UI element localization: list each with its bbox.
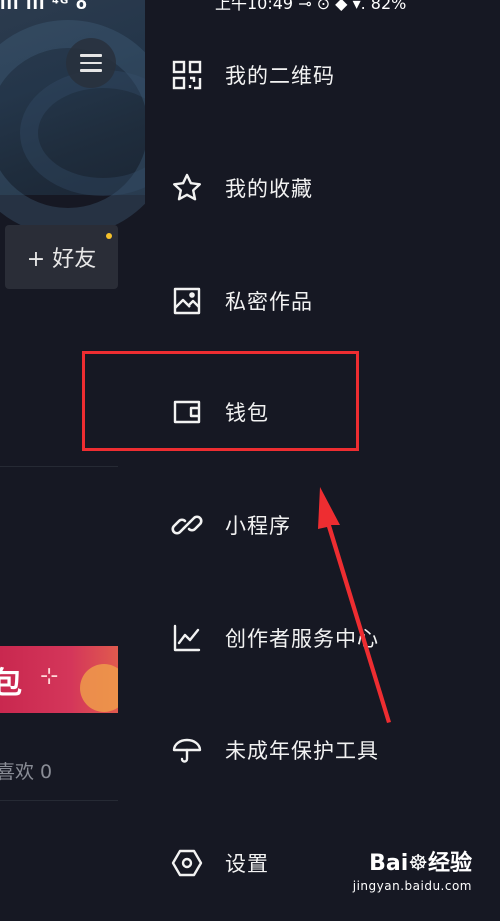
- add-friend-label: + 好友: [26, 247, 97, 272]
- annotation-highlight-box: [82, 351, 359, 451]
- drawer-item-private-works[interactable]: 私密作品: [145, 271, 500, 331]
- drawer-item-label: 我的收藏: [225, 177, 313, 201]
- drawer-item-minor-protection[interactable]: 未成年保护工具: [145, 720, 500, 780]
- promo-decoration: [80, 664, 118, 712]
- status-bar-time: 上午10:49 ⊸ ⊙ ◆ ▾. 82%: [215, 0, 407, 13]
- drawer-item-mini-programs[interactable]: 小程序: [145, 495, 500, 555]
- likes-tab[interactable]: 喜欢 0: [0, 757, 52, 784]
- drawer-item-favorites[interactable]: 我的收藏: [145, 158, 500, 218]
- drawer-item-creator-center[interactable]: 创作者服务中心: [145, 608, 500, 668]
- drawer-item-label: 私密作品: [225, 290, 313, 314]
- watermark-url: jingyan.baidu.com: [352, 879, 472, 893]
- chart-icon: [171, 622, 203, 654]
- drawer-item-qr-code[interactable]: 我的二维码: [145, 45, 500, 105]
- private-image-icon: [171, 285, 203, 317]
- star-icon: [171, 172, 203, 204]
- drawer-item-label: 创作者服务中心: [225, 627, 379, 651]
- settings-hexagon-icon: [171, 847, 203, 879]
- profile-banner: [0, 0, 145, 236]
- promo-banner[interactable]: 包 ⊹: [0, 646, 118, 713]
- hamburger-menu-button[interactable]: [66, 38, 116, 88]
- hamburger-icon: [80, 52, 102, 75]
- qr-code-icon: [171, 59, 203, 91]
- promo-glyph: 包: [0, 666, 22, 701]
- umbrella-icon: [171, 734, 203, 766]
- drawer-item-label: 设置: [225, 852, 269, 876]
- background-profile-screen: lll lll ⁴ᴳ ô + 好友 包 ⊹ 喜欢 0: [0, 0, 145, 921]
- divider: [0, 800, 118, 801]
- sparkle-icon: ⊹: [40, 664, 59, 689]
- status-bar-signal: lll lll ⁴ᴳ ô: [0, 0, 88, 13]
- drawer-item-label: 小程序: [225, 514, 291, 538]
- add-friend-button[interactable]: + 好友: [5, 225, 118, 289]
- divider: [0, 466, 118, 467]
- watermark-brand: Bai☸经验: [369, 851, 472, 876]
- link-icon: [171, 509, 203, 541]
- side-drawer: 上午10:49 ⊸ ⊙ ◆ ▾. 82% 我的二维码 我的收藏 私密作品 钱包 …: [145, 0, 500, 921]
- drawer-item-label: 未成年保护工具: [225, 739, 379, 763]
- drawer-item-label: 我的二维码: [225, 64, 335, 88]
- notification-dot: [106, 233, 112, 239]
- baidu-watermark: Bai☸经验 jingyan.baidu.com: [353, 845, 472, 893]
